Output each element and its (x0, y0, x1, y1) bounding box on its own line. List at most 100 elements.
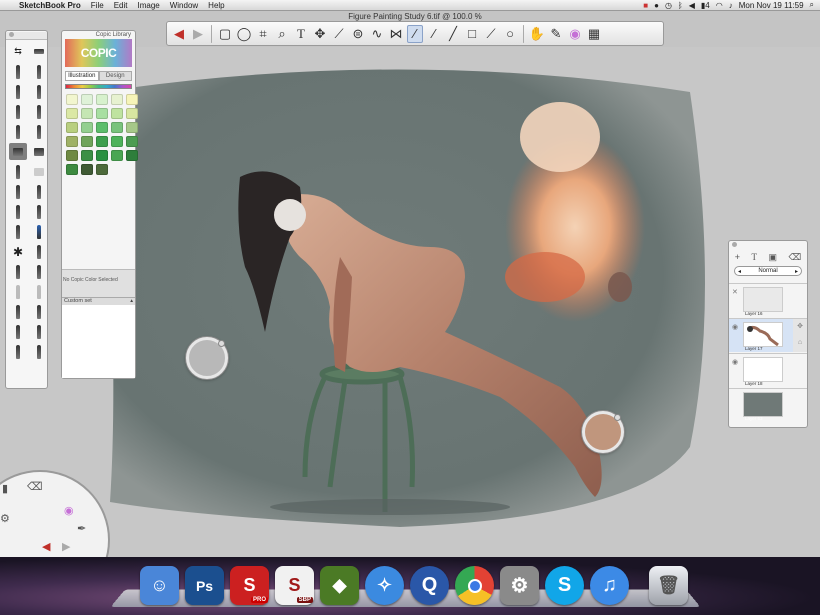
settings-icon[interactable]: ⚙ (0, 512, 10, 525)
hidden-icon[interactable]: ✕ (732, 288, 738, 296)
move-icon[interactable]: ✥ (312, 25, 328, 43)
chevron-right-icon[interactable]: ▸ (795, 268, 798, 275)
brush-custom-icon[interactable] (9, 343, 27, 360)
color-spectrum-slider[interactable] (65, 84, 132, 89)
layer-options[interactable]: ✥ ⌂ (793, 319, 807, 352)
menu-extra-icon[interactable]: ■ (643, 1, 648, 10)
brush-flat-icon[interactable] (9, 143, 27, 160)
sound-icon[interactable]: ♪ (729, 1, 733, 10)
menubar-clock[interactable]: Mon Nov 19 11:59 (739, 1, 804, 10)
undo-icon[interactable]: ◀ (42, 540, 50, 553)
chevron-left-icon[interactable]: ◂ (738, 268, 741, 275)
hand-icon[interactable]: ✋ (529, 25, 545, 43)
image-layer-icon[interactable]: ▣ (768, 252, 777, 263)
polyline-icon[interactable]: ⟋ (483, 25, 499, 43)
select-rect-icon[interactable]: ▢ (217, 25, 233, 43)
ellipse-guide-icon[interactable]: ⊜ (350, 25, 366, 43)
layer-row[interactable]: ◉ Layer 18 (729, 353, 807, 387)
brush-pen-icon[interactable] (9, 83, 27, 100)
brush-chalk-icon[interactable] (9, 183, 27, 200)
close-icon[interactable] (9, 32, 14, 37)
puck-handle[interactable] (218, 340, 225, 347)
system-preferences-icon[interactable]: ⚙ (500, 566, 539, 605)
pen-icon[interactable]: ∕ (407, 24, 423, 43)
brush-palette-icon[interactable]: ✎ (548, 25, 564, 43)
color-swatch[interactable] (126, 136, 138, 147)
lasso-icon[interactable]: ◯ (236, 25, 252, 43)
brush-round-icon[interactable] (9, 203, 27, 220)
menu-edit[interactable]: Edit (109, 1, 133, 10)
layer-row[interactable]: Layer 53 (729, 388, 807, 422)
mudbox-icon[interactable]: ◆ (320, 566, 359, 605)
brush-swap-icon[interactable]: ⇆ (9, 43, 27, 60)
timemachine-icon[interactable]: ◷ (665, 1, 672, 10)
layer-row[interactable]: ✕ Layer 16 (729, 283, 807, 317)
brush-flat-icon[interactable] (30, 143, 48, 160)
color-swatch[interactable] (111, 150, 123, 161)
brush-pencil-icon[interactable] (9, 63, 27, 80)
brush-stamp-icon[interactable] (9, 263, 27, 280)
color-swatch[interactable] (96, 122, 108, 133)
bluetooth-icon[interactable]: ᛒ (678, 1, 683, 10)
color-swatch[interactable] (96, 164, 108, 175)
custom-set-area[interactable] (62, 305, 135, 378)
brush-icon[interactable]: ⌫ (27, 480, 43, 493)
color-swatch[interactable] (81, 136, 93, 147)
expand-icon[interactable]: ▴ (130, 298, 133, 305)
brush-pattern-icon[interactable] (30, 283, 48, 300)
brush-custom-icon[interactable] (9, 303, 27, 320)
trash-icon[interactable]: ⌫ (788, 252, 801, 263)
brush-custom-icon[interactable] (30, 323, 48, 340)
color-swatch[interactable] (66, 122, 78, 133)
brush-custom-icon[interactable] (30, 303, 48, 320)
rectangle-icon[interactable]: □ (464, 25, 480, 43)
sketchbook-pro-icon[interactable]: S PRO (230, 566, 269, 605)
volume-icon[interactable]: ◀ (689, 1, 695, 10)
brush-icon[interactable]: ⁄ (426, 25, 442, 43)
color-swatch[interactable] (96, 136, 108, 147)
color-swatch[interactable] (111, 94, 123, 105)
color-wheel-icon[interactable]: ◉ (64, 504, 74, 517)
battery-icon[interactable]: ▮4 (701, 1, 710, 10)
menu-help[interactable]: Help (203, 1, 229, 10)
brush-smudge-icon[interactable] (9, 223, 27, 240)
color-swatch[interactable] (126, 150, 138, 161)
brush-ink-icon[interactable] (30, 123, 48, 140)
color-swatch[interactable] (66, 150, 78, 161)
brush-stamp-icon[interactable] (30, 263, 48, 280)
zoom-icon[interactable]: ⌕ (274, 25, 290, 43)
close-icon[interactable] (732, 242, 737, 247)
brush-fan-icon[interactable] (30, 243, 48, 260)
itunes-icon[interactable]: ♫ (590, 566, 629, 605)
text-icon[interactable]: T (293, 25, 309, 43)
brush-round-icon[interactable] (30, 203, 48, 220)
color-swatch[interactable] (81, 94, 93, 105)
color-swatch[interactable] (111, 108, 123, 119)
crop-icon[interactable]: ⌗ (255, 25, 271, 43)
brush-airbrush-icon[interactable] (9, 163, 27, 180)
color-swatch[interactable] (66, 136, 78, 147)
brush-pattern-icon[interactable] (9, 283, 27, 300)
brush-ink-icon[interactable] (9, 123, 27, 140)
color-swatch[interactable] (66, 108, 78, 119)
pen-icon[interactable]: ✒ (77, 522, 86, 535)
add-layer-icon[interactable]: + (735, 252, 740, 262)
color-swatch[interactable] (81, 164, 93, 175)
ruler-icon[interactable]: ⟋ (331, 25, 347, 43)
color-swatch[interactable] (111, 122, 123, 133)
color-swatch[interactable] (126, 108, 138, 119)
menu-image[interactable]: Image (132, 1, 164, 10)
sketchbook-sbp-icon[interactable]: S SBP (275, 566, 314, 605)
oval-icon[interactable]: ○ (502, 25, 518, 43)
blend-mode-select[interactable]: ◂ Normal ▸ (734, 266, 802, 276)
symmetry-icon[interactable]: ⋈ (388, 25, 404, 43)
layers-icon[interactable]: ▮ (2, 482, 8, 495)
french-curve-icon[interactable]: ∿ (369, 25, 385, 43)
redo-icon[interactable]: ▶ (62, 540, 70, 553)
layer-row[interactable]: ◉ Layer 17 ✥ ⌂ (729, 318, 807, 352)
brush-pencil-icon[interactable] (30, 63, 48, 80)
brush-marker-icon[interactable] (9, 103, 27, 120)
color-swatch[interactable] (111, 136, 123, 147)
brush-pen-icon[interactable] (30, 83, 48, 100)
color-swatch[interactable] (66, 94, 78, 105)
